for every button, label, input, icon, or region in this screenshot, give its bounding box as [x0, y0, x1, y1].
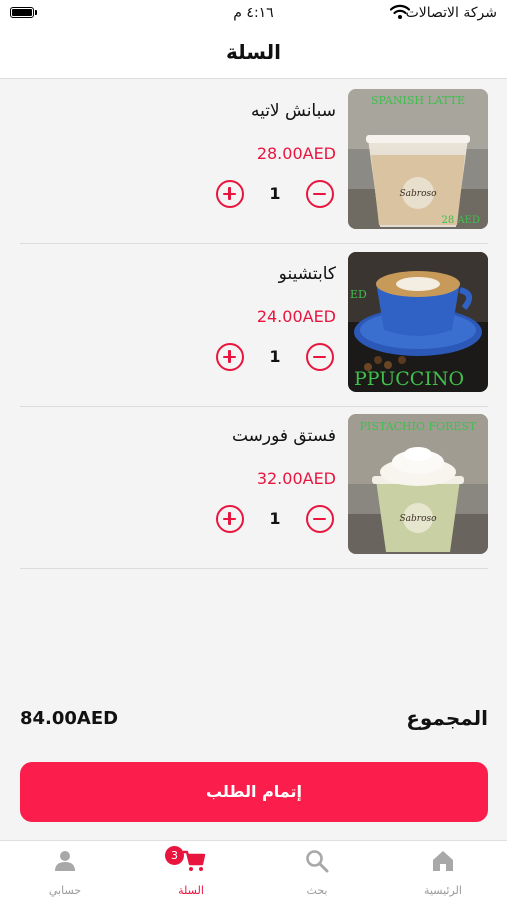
total-value: 84.00AED — [20, 708, 119, 729]
home-icon — [433, 851, 453, 871]
product-name: كابتشينو — [278, 264, 336, 284]
product-image-spanish-latte[interactable]: Sabroso SPANISH LATTE 28 AED — [348, 89, 488, 229]
cart-count-badge: 3 — [165, 846, 184, 865]
bottom-tab-bar: الرئيسية بحث 3 السلة حسابي — [0, 840, 507, 901]
header: السلة — [0, 30, 507, 79]
tab-label: الرئيسية — [424, 884, 462, 897]
cart-item: Sabroso SPANISH LATTE 28 AED سبانش لاتيه… — [20, 81, 488, 244]
image-caption-text: SPANISH LATTE — [371, 94, 465, 107]
tab-search[interactable]: بحث — [254, 841, 380, 901]
product-price: 32.00AED — [256, 469, 336, 488]
image-caption-text: PISTACHIO FOREST — [360, 420, 477, 433]
product-name: فستق فورست — [231, 426, 336, 446]
quantity-stepper: 1 — [216, 504, 334, 538]
status-bar: ٤:١٦ م شركة الاتصالات — [0, 0, 507, 30]
order-total: المجموع 84.00AED — [20, 706, 488, 736]
quantity-stepper: 1 — [216, 179, 334, 213]
decrease-quantity-button[interactable] — [306, 505, 334, 533]
tab-label: حسابي — [48, 884, 82, 897]
tab-cart[interactable]: 3 السلة — [128, 841, 254, 901]
image-price-text: 28 AED — [442, 215, 480, 226]
product-image-pistachio-forest[interactable]: Sabroso PISTACHIO FOREST — [348, 414, 488, 554]
search-icon — [306, 850, 329, 873]
tab-profile[interactable]: حسابي — [2, 841, 128, 901]
decrease-quantity-button[interactable] — [306, 180, 334, 208]
cart-item: Sabroso PISTACHIO FOREST فستق فورست 32.0… — [20, 406, 488, 569]
total-label: المجموع — [406, 706, 488, 730]
tab-home[interactable]: الرئيسية — [380, 841, 506, 901]
product-price: 24.00AED — [256, 307, 336, 326]
tab-label: بحث — [306, 884, 328, 897]
svg-text:Sabroso: Sabroso — [399, 514, 437, 524]
cart-item: PPUCCINO ED كابتشينو 24.00AED 1 — [20, 244, 488, 407]
image-caption-text: PPUCCINO — [354, 368, 464, 390]
profile-icon — [55, 851, 75, 871]
page-title: السلة — [225, 40, 281, 64]
tab-label: السلة — [178, 884, 204, 897]
image-price-text: ED — [350, 288, 367, 301]
product-name: سبانش لاتيه — [250, 101, 336, 121]
decrease-quantity-button[interactable] — [306, 343, 334, 371]
svg-text:Sabroso: Sabroso — [399, 189, 437, 199]
cart-icon — [183, 850, 206, 871]
carrier-name: شركة الاتصالات — [405, 5, 497, 21]
quantity-stepper: 1 — [216, 342, 334, 376]
product-price: 28.00AED — [256, 144, 336, 163]
product-image-cappuccino[interactable]: PPUCCINO ED — [348, 252, 488, 392]
checkout-button[interactable]: إتمام الطلب — [20, 762, 488, 822]
